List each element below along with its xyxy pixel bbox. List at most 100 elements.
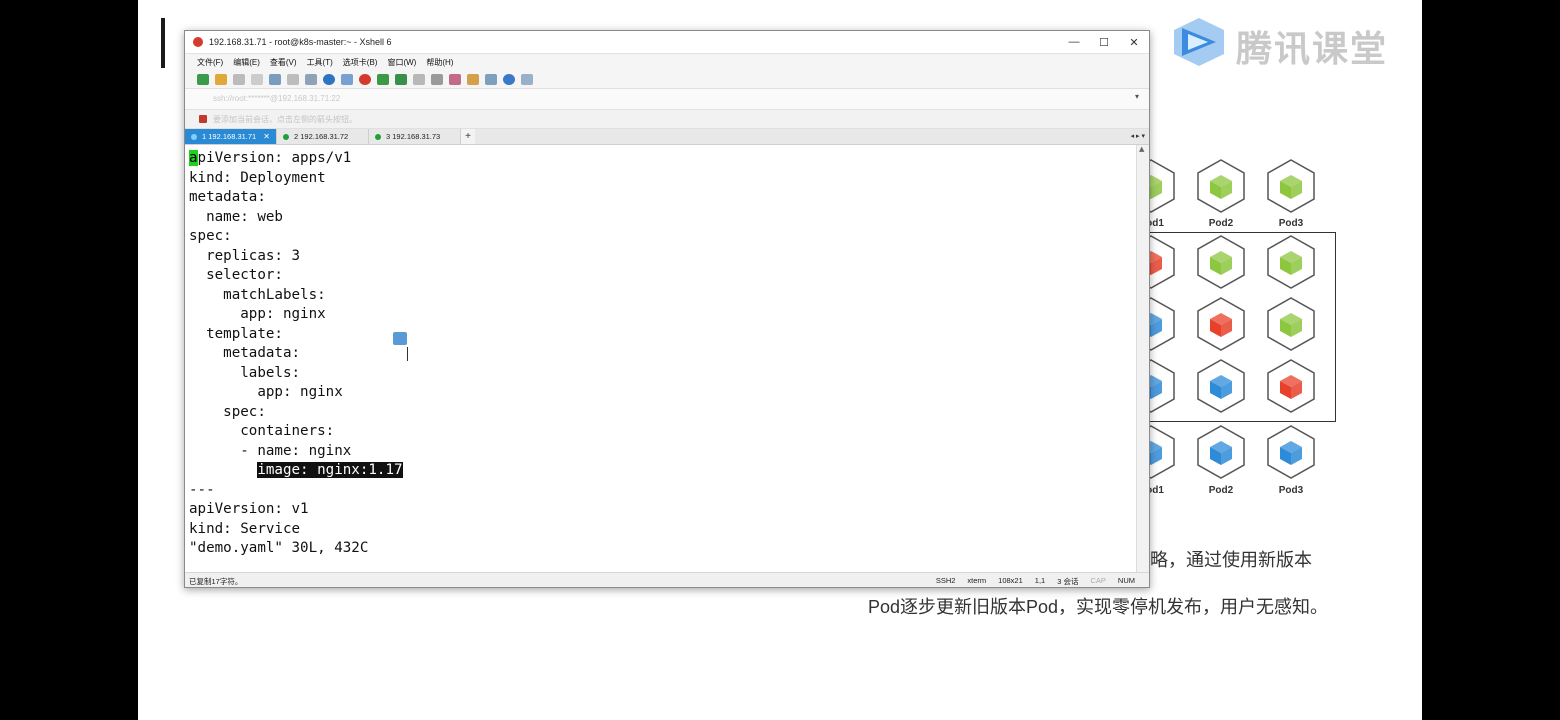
terminal-line: image: nginx:1.17 (189, 461, 403, 481)
menu-tools[interactable]: 工具(T) (307, 57, 333, 68)
terminal-line: - name: nginx (189, 442, 352, 459)
pod-cube-icon (1197, 297, 1245, 351)
terminal-line: apiVersion: v1 (189, 501, 309, 517)
play-logo-icon (1174, 18, 1224, 66)
status-term: xterm (967, 576, 987, 585)
status-dot-icon (375, 133, 381, 140)
globe-icon[interactable] (323, 73, 335, 85)
logo-text: 腾讯课堂 (1236, 29, 1389, 70)
disconnect-icon[interactable] (233, 73, 245, 85)
slide-caption-line1: 策略，通过使用新版本 (1132, 550, 1312, 570)
xshell-window: 192.168.31.71 - root@k8s-master:~ - Xshe… (184, 30, 1150, 588)
vertical-scrollbar[interactable]: ▲ (1136, 145, 1149, 572)
terminal-line: template: (189, 325, 283, 342)
tencent-classroom-logo: 腾讯课堂 (1170, 14, 1390, 70)
compose-icon[interactable] (467, 73, 479, 85)
highlight-icon[interactable] (449, 73, 461, 85)
terminal-line: replicas: 3 (189, 247, 301, 264)
tab-menu-icon[interactable]: ◂ ▸ ▾ (1131, 132, 1145, 140)
terminal-line: matchLabels: (189, 286, 326, 303)
tab-label: 1 192.168.31.71 (202, 132, 257, 141)
status-position: 1,1 (1034, 576, 1046, 585)
tab-label: 2 192.168.31.72 (294, 132, 349, 141)
add-tab-button[interactable]: + (461, 129, 475, 144)
terminal-line: "demo.yaml" 30L, 432C (189, 540, 369, 556)
pods-diagram: od1 Pod2 Pod3od1 Pod2 Pod3 (1127, 159, 1315, 496)
status-sessions: 3 会话 (1057, 577, 1079, 586)
pod-cube-icon (1267, 359, 1315, 413)
terminal-line: kind: Deployment (189, 169, 326, 186)
terminal-line: containers: (189, 423, 335, 439)
window-title: 192.168.31.71 - root@k8s-master:~ - Xshe… (209, 37, 392, 47)
print-icon[interactable] (305, 73, 317, 85)
menu-bar: 文件(F) 编辑(E) 查看(V) 工具(T) 选项卡(B) 窗口(W) 帮助(… (185, 54, 1149, 70)
hint-text: 要添加当前会话，点击左侧的箭头按钮。 (213, 115, 357, 124)
reconnect-icon[interactable] (251, 73, 263, 85)
layout-icon[interactable] (485, 73, 497, 85)
minimize-button[interactable]: — (1059, 36, 1089, 48)
status-dot-icon (283, 133, 289, 140)
chat-icon[interactable] (521, 73, 533, 85)
help-icon[interactable] (503, 73, 515, 85)
chevron-down-icon[interactable]: ▾ (1135, 92, 1139, 101)
selected-text: image: nginx:1.17 (257, 462, 403, 478)
address-bar[interactable]: ssh://root:*******@192.168.31.71:22 ▾ (185, 89, 1149, 110)
menu-view[interactable]: 查看(V) (270, 57, 297, 68)
maximize-button[interactable]: ☐ (1089, 36, 1119, 49)
tab-session-3[interactable]: 3 192.168.31.73 (369, 129, 461, 144)
menu-help[interactable]: 帮助(H) (426, 57, 453, 68)
pod-label: Pod3 (1279, 218, 1304, 229)
keyboard-icon[interactable] (431, 73, 443, 85)
status-bar: 已复制17字符。 SSH2 xterm 108x21 1,1 3 会话 CAP … (185, 572, 1149, 587)
new-session-icon[interactable] (197, 73, 209, 85)
menu-tabs[interactable]: 选项卡(B) (343, 57, 378, 68)
properties-icon[interactable] (269, 73, 281, 85)
menu-file[interactable]: 文件(F) (197, 57, 223, 68)
menu-window[interactable]: 窗口(W) (387, 57, 416, 68)
status-num: NUM (1117, 576, 1135, 585)
terminal-line: spec: (189, 228, 232, 244)
terminal-line: metadata: (189, 345, 301, 361)
scroll-up-icon[interactable]: ▲ (1139, 145, 1144, 153)
slide-accent-bar (161, 18, 165, 68)
tab-session-1[interactable]: 1 192.168.31.71 ✕ (185, 129, 277, 144)
menu-edit[interactable]: 编辑(E) (233, 57, 260, 68)
pod-label: Pod2 (1209, 485, 1234, 496)
pod-cube-icon (1197, 425, 1245, 479)
lock-icon[interactable] (413, 73, 425, 85)
terminal-line: --- (189, 481, 215, 498)
fullscreen-icon[interactable] (395, 73, 407, 85)
terminal-line: metadata: (189, 189, 266, 205)
window-titlebar: 192.168.31.71 - root@k8s-master:~ - Xshe… (185, 31, 1149, 54)
script-icon[interactable] (377, 73, 389, 85)
xshell-app-icon (193, 37, 203, 47)
terminal-area[interactable]: apiVersion: apps/v1 kind: Deployment metad… (185, 145, 1136, 572)
session-tabs: 1 192.168.31.71 ✕ 2 192.168.31.72 3 192.… (185, 129, 1149, 145)
terminal-line: app: nginx (189, 306, 326, 322)
pod-cube-icon (1197, 159, 1245, 213)
close-tab-icon[interactable]: ✕ (263, 132, 270, 141)
pod-cube-icon (1267, 297, 1315, 351)
selection-copy-icon[interactable] (393, 332, 407, 345)
font-icon[interactable] (341, 73, 353, 85)
address-text: ssh://root:*******@192.168.31.71:22 (213, 94, 341, 103)
pod-cube-icon (1267, 425, 1315, 479)
terminal-line: name: web (189, 208, 283, 225)
text-cursor-icon (407, 347, 414, 361)
close-button[interactable]: ✕ (1119, 36, 1149, 49)
slide-caption-line2: Pod逐步更新旧版本Pod，实现零停机发布，用户无感知。 (868, 597, 1329, 617)
tab-label: 3 192.168.31.73 (386, 132, 441, 141)
bookmark-icon (199, 115, 207, 123)
status-size: 108x21 (998, 576, 1023, 585)
xftp-icon[interactable] (359, 73, 371, 85)
terminal-line: spec: (189, 403, 266, 420)
pod-cube-icon (1267, 235, 1315, 289)
pod-label: Pod3 (1279, 485, 1304, 496)
terminal-cursor: a (189, 150, 198, 166)
pod-cube-icon (1197, 359, 1245, 413)
tab-session-2[interactable]: 2 192.168.31.72 (277, 129, 369, 144)
terminal-line: labels: (189, 364, 301, 381)
open-folder-icon[interactable] (215, 73, 227, 85)
terminal-line: app: nginx (189, 384, 343, 400)
search-icon[interactable] (287, 73, 299, 85)
